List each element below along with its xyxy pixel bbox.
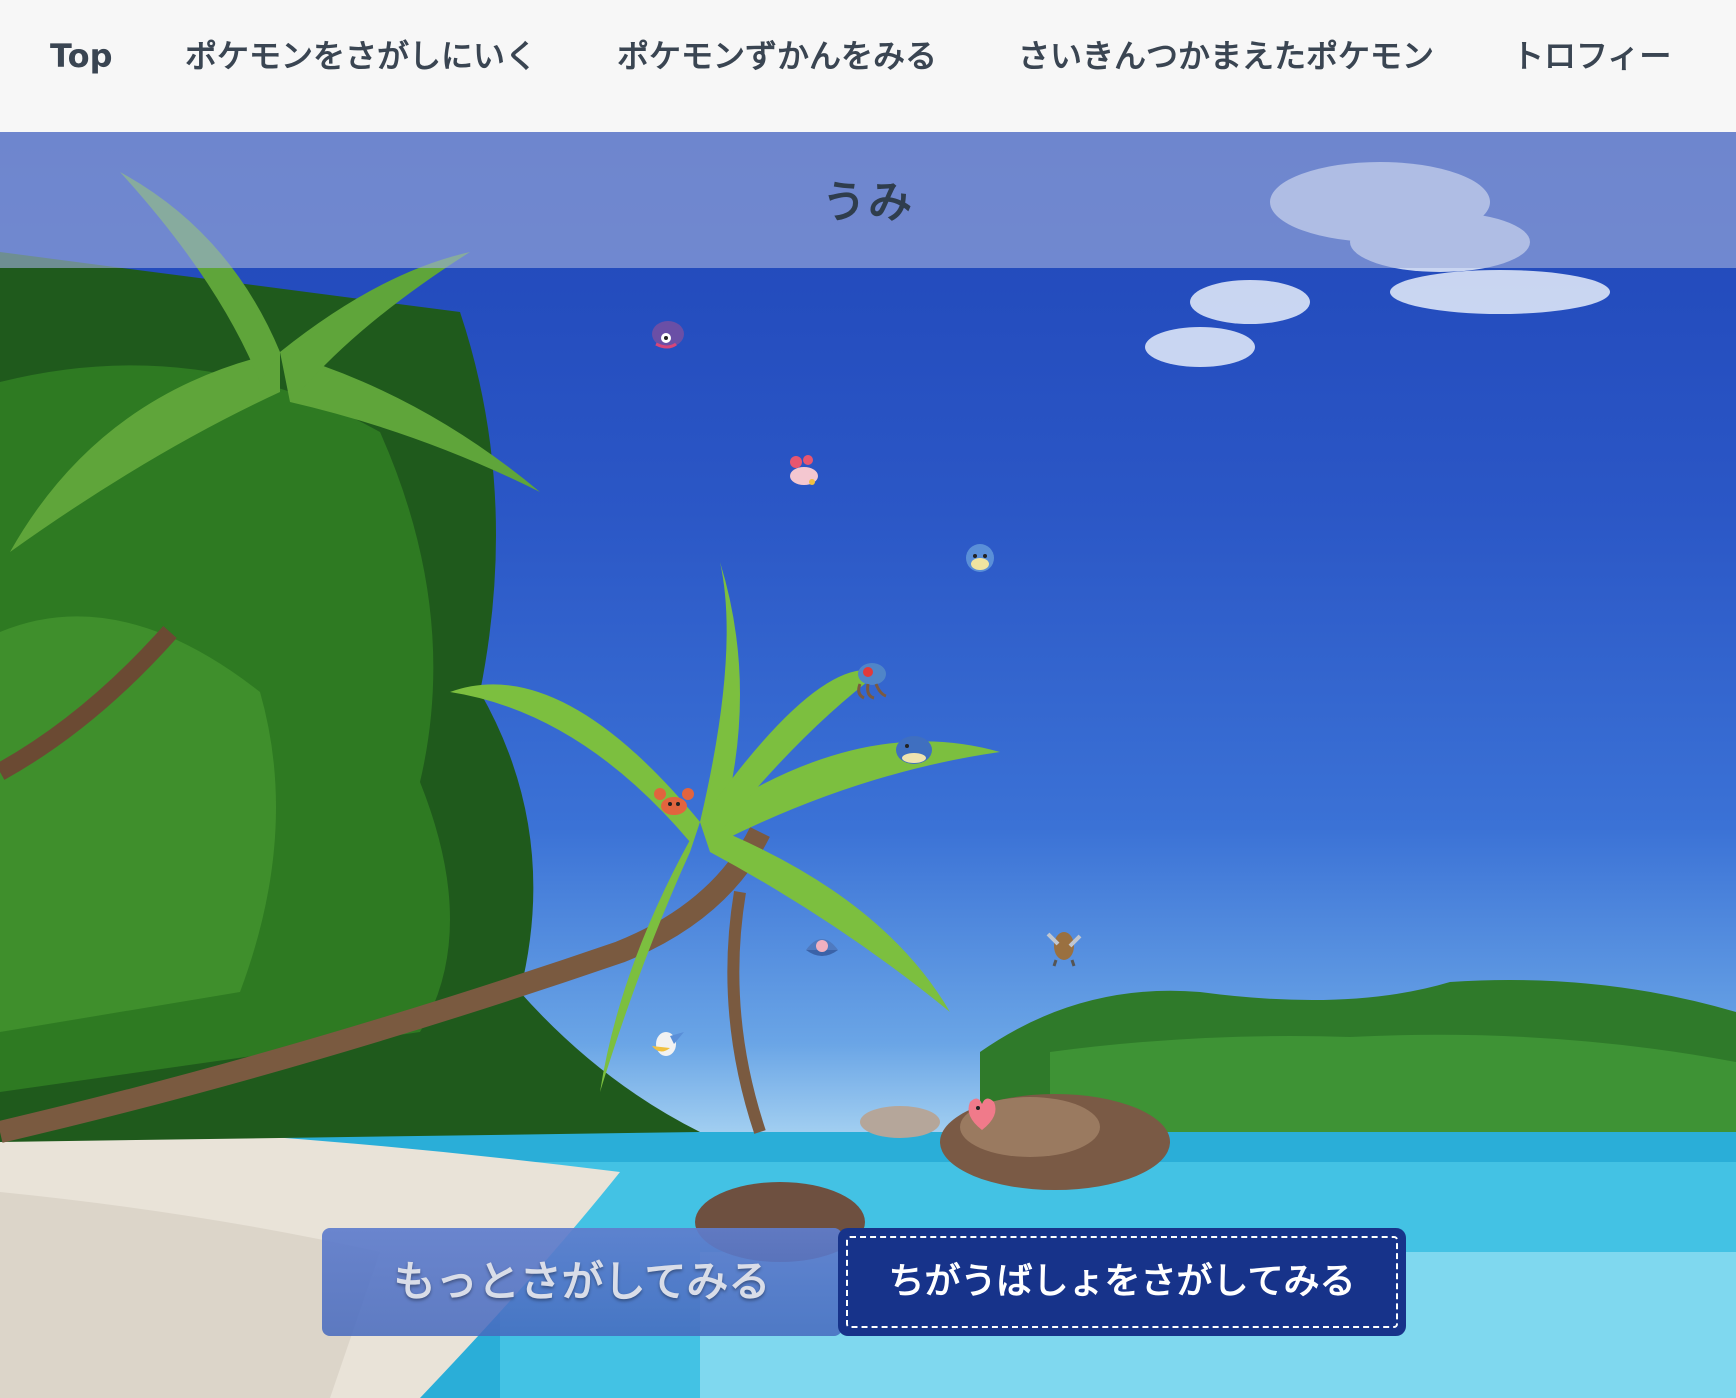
nav-pokedex-link[interactable]: ポケモンずかんをみる xyxy=(617,32,937,80)
search-elsewhere-button[interactable]: ちがうばしょをさがしてみる xyxy=(838,1228,1406,1336)
nav-trophy-link[interactable]: トロフィー xyxy=(1512,32,1671,80)
luvdisc-icon[interactable] xyxy=(960,1090,1004,1134)
area-title: うみ xyxy=(822,177,914,228)
krabby-icon[interactable] xyxy=(652,780,696,824)
shellder-icon[interactable] xyxy=(646,310,690,354)
top-navbar: Top ポケモンをさがしにいく ポケモンずかんをみる さいきんつかまえたポケモン… xyxy=(0,0,1736,132)
beach-background-image xyxy=(0,162,1736,1398)
search-elsewhere-label: ちがうばしょをさがしてみる xyxy=(888,1261,1356,1302)
pelipper-icon[interactable] xyxy=(644,1022,688,1066)
nav-search-pokemon-link[interactable]: ポケモンをさがしにいく xyxy=(185,32,537,80)
beach-scene: うみ もっとさがしてみる ちがうばしょをさがしてみる xyxy=(0,132,1736,1398)
wailmer-icon[interactable] xyxy=(892,728,936,772)
area-title-band: うみ xyxy=(0,132,1736,268)
search-more-button[interactable]: もっとさがしてみる xyxy=(322,1228,842,1336)
kabutops-icon[interactable] xyxy=(1042,924,1086,968)
clamperl-icon[interactable] xyxy=(800,922,844,966)
corsola-icon[interactable] xyxy=(782,448,826,492)
nav-recent-catches-link[interactable]: さいきんつかまえたポケモン xyxy=(1018,32,1434,80)
nav-top-link[interactable]: Top xyxy=(50,32,112,80)
tentacruel-icon[interactable] xyxy=(850,658,894,702)
spheal-icon[interactable] xyxy=(958,536,1002,580)
